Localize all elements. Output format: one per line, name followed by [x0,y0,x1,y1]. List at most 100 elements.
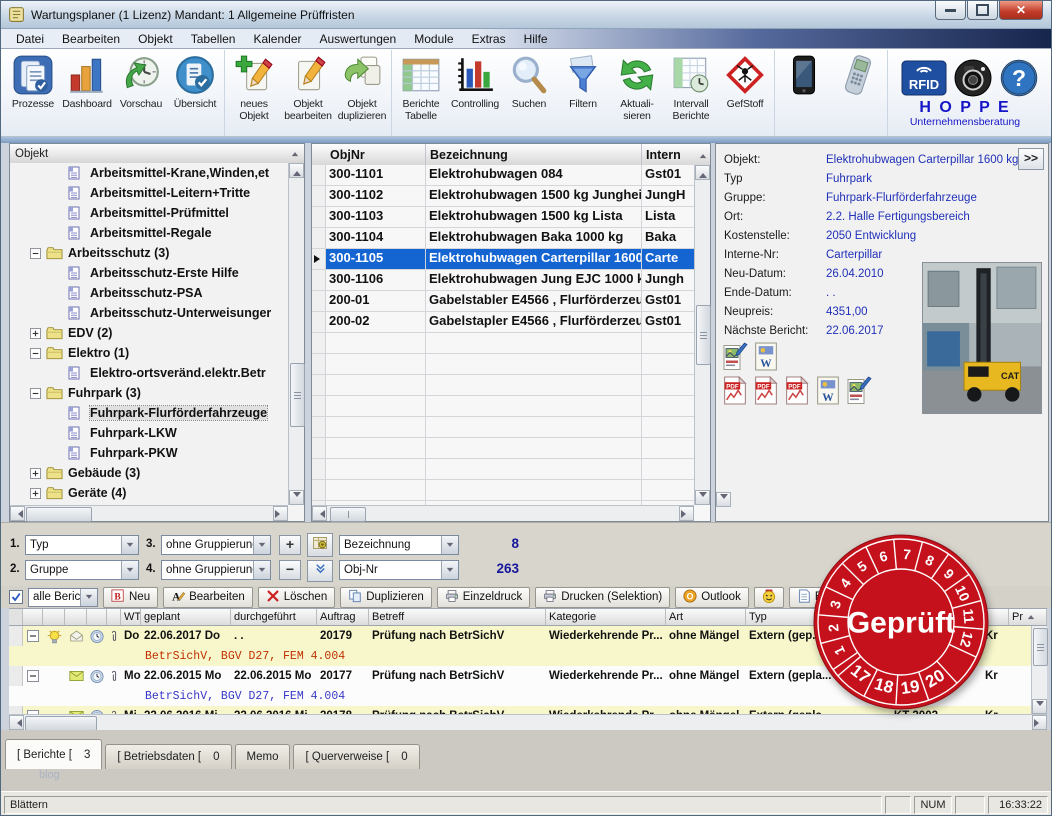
duplizieren-button[interactable]: Duplizieren [340,586,432,608]
tree-item-arbeitsschutz-erste-hilfe[interactable]: Arbeitsschutz-Erste Hilfe [10,263,288,283]
pdf-icon[interactable]: PDF [784,375,810,405]
scrollbar-thumb[interactable] [290,363,305,427]
object-row-300-1103[interactable]: 300-1103 Elektrohubwagen 1500 kg Lista Lis… [312,207,694,228]
einzeldruck-button[interactable]: Einzeldruck [436,586,531,608]
menu-objekt[interactable]: Objekt [129,30,182,48]
remove-grouping-button[interactable]: − [279,560,301,580]
tree-item-arbeitsschutz-psa[interactable]: Arbeitsschutz-PSA [10,283,288,303]
maximize-button[interactable] [967,1,998,20]
drucken-selektion-button[interactable]: Drucken (Selektion) [535,586,671,608]
plus-box-icon[interactable] [30,327,41,339]
sort-field-1-combo[interactable]: Bezeichnung [339,535,459,555]
aktualisieren-button[interactable]: Aktuali-sieren [610,51,664,122]
menu-kalender[interactable]: Kalender [244,30,310,48]
group-field-2-combo[interactable]: Gruppe [25,560,139,580]
object-row-300-1101[interactable]: 300-1101 Elektrohubwagen 084 Gst01 [312,165,694,186]
column-header-auftrag[interactable]: Auftrag [317,609,369,625]
chevron-down-icon[interactable] [253,561,270,579]
scrollbar-thumb[interactable] [1033,628,1048,666]
scroll-down-icon[interactable] [289,490,304,505]
tree-item-fuhrpark-lkw[interactable]: Fuhrpark-LKW [10,423,288,443]
tab-memo[interactable]: Memo [234,744,291,769]
group-field-1-combo[interactable]: Typ [25,535,139,555]
scroll-left-icon[interactable] [9,715,24,730]
menu-tabellen[interactable]: Tabellen [182,30,245,48]
object-table-horizontal-scrollbar[interactable] [312,505,694,522]
tree-item-arbeitsmittel-prüfmittel[interactable]: Arbeitsmittel-Prüfmittel [10,203,288,223]
menu-hilfe[interactable]: Hilfe [515,30,557,48]
minimize-button[interactable] [935,1,966,20]
chevron-down-icon[interactable] [441,561,458,579]
rfid-button[interactable]: RFID [900,55,948,98]
tree-item-fuhrpark-3[interactable]: Fuhrpark (3) [10,383,288,403]
expand-grouping-button[interactable] [307,560,333,582]
hilfe-button[interactable]: ? [998,55,1040,98]
tree-vertical-scrollbar[interactable] [288,163,305,505]
tab-betriebsdaten[interactable]: [ Betriebsdaten [0 [105,744,232,769]
chevron-down-icon[interactable] [80,588,97,606]
reports-horizontal-scrollbar[interactable] [9,714,1047,731]
tree-item-arbeitsmittel-krane-winden-et[interactable]: Arbeitsmittel-Krane,Winden,et [10,163,288,183]
word-doc-icon[interactable]: W [815,376,841,405]
suchen-button[interactable]: Suchen [502,51,556,110]
tree-item-geräte-4[interactable]: Geräte (4) [10,483,288,503]
intervall-berichte-button[interactable]: Intervall Berichte [664,51,718,122]
column-header-durchgeführt[interactable]: durchgeführt [231,609,317,625]
tree-item-arbeitsschutz-unterweisunger[interactable]: Arbeitsschutz-Unterweisunger [10,303,288,323]
tree-item-elektro-ortsveränd-elektr-betr[interactable]: Elektro-ortsveränd.elektr.Betr [10,363,288,383]
column-header-pr[interactable]: Pr [1009,609,1047,625]
minus-box-icon[interactable] [30,347,41,359]
neu-button[interactable]: B Neu [103,586,159,608]
uebersicht-button[interactable]: Übersicht [168,51,222,110]
bearbeiten-button[interactable]: A Bearbeiten [163,586,253,608]
tree-item-gebäude-3[interactable]: Gebäude (3) [10,463,288,483]
plus-box-icon[interactable] [30,487,41,499]
pdf-icon[interactable]: PDF [722,375,748,405]
outlook-button[interactable]: O Outlook [675,586,749,608]
neues-objekt-button[interactable]: neues Objekt [227,51,281,122]
löschen-button[interactable]: Löschen [257,586,336,608]
tab-querverweise[interactable]: [ Querverweise [0 [293,744,420,769]
object-row-300-1105[interactable]: 300-1105 Elektrohubwagen Carterpillar 160… [312,249,694,270]
tree-item-arbeitsmittel-regale[interactable]: Arbeitsmittel-Regale [10,223,288,243]
column-header-icon[interactable] [43,609,65,625]
chevron-down-icon[interactable] [121,561,138,579]
minus-box-icon[interactable] [30,387,41,399]
object-row-300-1106[interactable]: 300-1106 Elektrohubwagen Jung EJC 1000 kJ… [312,270,694,291]
dashboard-button[interactable]: Dashboard [60,51,114,110]
menu-extras[interactable]: Extras [463,30,515,48]
scroll-up-icon[interactable] [289,163,304,178]
object-row-200-02[interactable]: 200-02 Gabelstapler E4566 , Flurförderzeu… [312,312,694,333]
tree-item-elektro-1[interactable]: Elektro (1) [10,343,288,363]
plus-box-icon[interactable] [30,467,41,479]
vorschau-button[interactable]: Vorschau [114,51,168,110]
column-header-geplant[interactable]: geplant [141,609,231,625]
smartphone-button[interactable] [777,51,831,96]
menu-module[interactable]: Module [405,30,462,48]
scrollbar-thumb[interactable] [25,716,97,731]
scroll-left-icon[interactable] [10,506,25,521]
column-header-bezeichnung[interactable]: Bezeichnung [426,144,642,165]
image-doc-icon[interactable] [846,376,872,405]
image-doc-icon[interactable] [722,342,748,371]
minus-box-icon[interactable] [30,247,41,259]
scrollbar-thumb[interactable] [330,507,366,522]
column-header-icon[interactable] [65,609,87,625]
chevron-down-icon[interactable] [121,536,138,554]
word-doc-icon[interactable]: W [753,342,779,371]
expand-detail-button[interactable]: >> [1018,148,1044,170]
column-header-art[interactable]: Art [666,609,746,625]
column-header-betreff[interactable]: Betreff [369,609,546,625]
scroll-left-icon[interactable] [312,506,327,521]
scroll-right-icon[interactable] [273,506,288,521]
object-table-vertical-scrollbar[interactable] [694,165,711,505]
tree-item-arbeitsschutz-3[interactable]: Arbeitsschutz (3) [10,243,288,263]
handheld-button[interactable] [831,51,885,96]
tree-item-edv-2[interactable]: EDV (2) [10,323,288,343]
scroll-up-icon[interactable] [695,165,710,180]
column-header-icon[interactable] [107,609,121,625]
scroll-down-icon[interactable] [716,492,731,507]
filtern-button[interactable]: Filtern [556,51,610,110]
sort-field-2-combo[interactable]: Obj-Nr [339,560,459,580]
add-grouping-button[interactable]: + [279,535,301,555]
